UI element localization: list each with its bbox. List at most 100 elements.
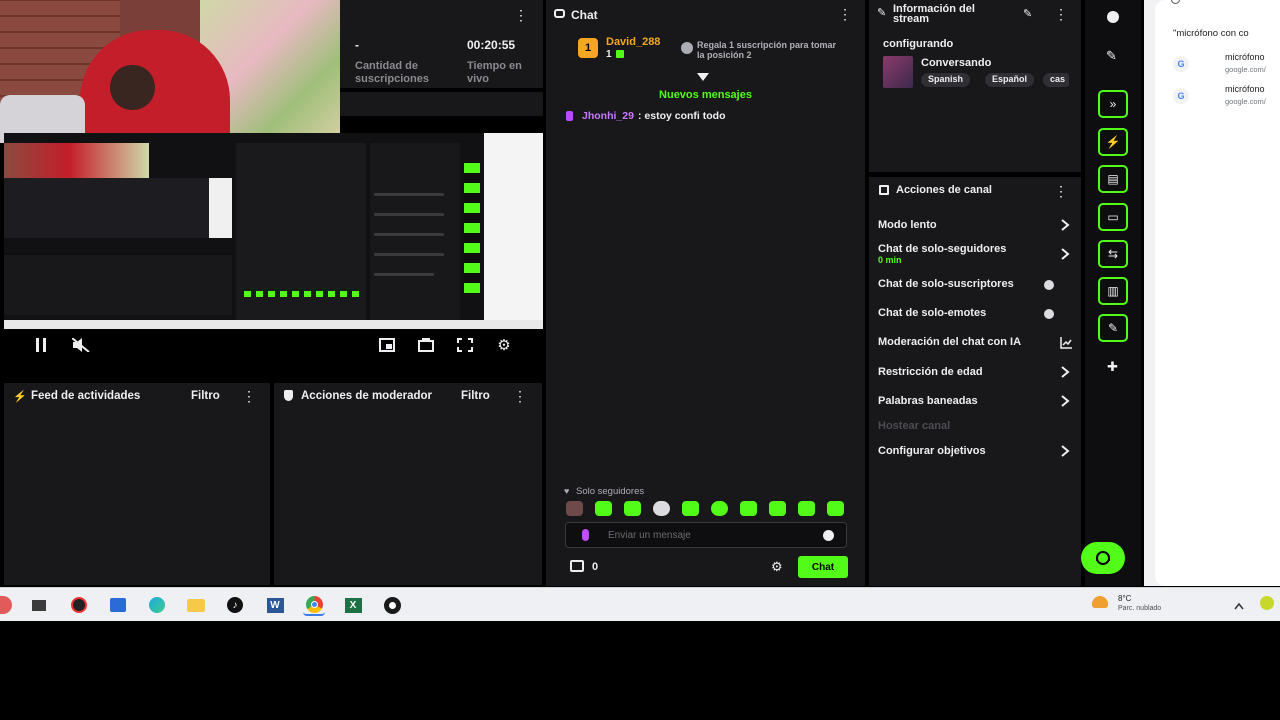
start-icon[interactable] — [0, 596, 12, 614]
file-manager-icon[interactable] — [28, 594, 50, 616]
emote-item[interactable] — [711, 501, 728, 516]
fullscreen-icon[interactable] — [457, 338, 473, 352]
tiktok-icon[interactable]: ♪ — [224, 594, 246, 616]
pinned-gifter[interactable]: 1 David_288 1 Regala 1 suscripción para … — [578, 36, 848, 66]
channel-actions-more-icon[interactable]: ⋮ — [1054, 184, 1068, 198]
tray-app-icon[interactable] — [1260, 596, 1274, 610]
webcam-preview — [0, 0, 340, 143]
emote-item[interactable] — [827, 501, 844, 516]
store-icon[interactable] — [107, 594, 129, 616]
stats-subpanel — [340, 92, 543, 116]
activity-more-icon[interactable]: ⋮ — [242, 389, 256, 403]
tool-button-doc[interactable]: ▤ — [1098, 165, 1128, 193]
tool-button-bolt[interactable]: ⚡ — [1098, 128, 1128, 156]
more-icon[interactable]: ⋮ — [514, 8, 528, 22]
preview-taskbar — [4, 320, 543, 329]
chevron-right-icon — [1060, 365, 1070, 384]
emote-item[interactable] — [566, 501, 583, 516]
result-url: google.com/ — [1225, 65, 1266, 74]
search-result[interactable]: G micrófono google.com/ — [1173, 84, 1280, 112]
action-ai-moderation[interactable]: Moderación del chat con IA — [878, 335, 1073, 351]
tool-button-layout[interactable]: ▥ — [1098, 277, 1128, 305]
action-subscribers-only[interactable]: Chat de solo-suscriptores — [878, 277, 1073, 293]
mod-more-icon[interactable]: ⋮ — [513, 389, 527, 403]
emote-item[interactable] — [769, 501, 786, 516]
followers-only-label: Solo seguidores — [576, 486, 645, 497]
taskbar: ♪ W X 8°C Parc. nublado — [0, 587, 1280, 621]
chat-settings-icon[interactable]: ⚙ — [771, 559, 783, 575]
search-icon[interactable] — [1171, 0, 1180, 4]
chevron-up-icon[interactable] — [1234, 597, 1244, 615]
pip-icon[interactable] — [379, 338, 395, 352]
right-sidebar: ✎ » ⚡ ▤ ▭ ⇆ ▥ ✎ ✚ — [1081, 0, 1141, 586]
emote-item[interactable] — [653, 501, 670, 516]
edit-icon[interactable]: ✎ — [1023, 7, 1032, 20]
tool-button-wrench[interactable]: ✎ — [1098, 314, 1128, 342]
tag-chip[interactable]: Spanish — [921, 73, 971, 87]
action-banned-words[interactable]: Palabras baneadas — [878, 393, 1073, 411]
settings-icon[interactable]: ⚙ — [496, 337, 512, 354]
folder-icon[interactable] — [185, 594, 207, 616]
mic-icon[interactable] — [582, 529, 589, 541]
chat-more-icon[interactable]: ⋮ — [838, 7, 852, 21]
emote-item[interactable] — [595, 501, 612, 516]
action-slow-mode[interactable]: Modo lento — [878, 217, 1073, 235]
stats-panel: ⋮ - Cantidad de suscripciones 00:20:55 T… — [340, 0, 543, 88]
action-label: Modo lento — [878, 219, 937, 231]
chrome-icon[interactable] — [303, 594, 325, 616]
tag-chip[interactable]: Español — [985, 73, 1035, 87]
browser-side-panel: "micrófono con co G micrófono google.com… — [1144, 0, 1280, 586]
stream-info-more-icon[interactable]: ⋮ — [1054, 7, 1068, 21]
tool-button-message[interactable]: ▭ — [1098, 203, 1128, 231]
emote-item[interactable] — [624, 501, 641, 516]
preview-white-area — [484, 133, 543, 323]
gifter-username[interactable]: David_288 — [606, 36, 660, 48]
add-panel-icon[interactable]: ✚ — [1107, 359, 1118, 375]
emoji-icon[interactable] — [823, 530, 834, 541]
mod-filter-button[interactable]: Filtro — [461, 390, 490, 402]
coin-count: 0 — [592, 561, 599, 573]
google-icon: G — [1173, 56, 1189, 72]
search-result[interactable]: G micrófono google.com/ — [1173, 52, 1280, 80]
pause-icon[interactable] — [34, 338, 48, 352]
preview-mini-screen — [4, 178, 232, 238]
tag-chip[interactable]: cas — [1043, 73, 1069, 87]
activity-feed-panel: ⚡ Feed de actividades Filtro ⋮ — [4, 383, 270, 585]
bolt-icon: ⚡ — [13, 391, 27, 403]
emote-item[interactable] — [682, 501, 699, 516]
chat-panel: Chat ⋮ 1 David_288 1 Regala 1 suscripció… — [546, 0, 865, 586]
action-age-restriction[interactable]: Restricción de edad — [878, 364, 1073, 382]
activity-filter-button[interactable]: Filtro — [191, 390, 220, 402]
wallet-icon[interactable] — [570, 560, 584, 572]
chat-input[interactable]: Enviar un mensaje — [565, 522, 847, 548]
panel-icon — [879, 185, 889, 195]
search-query[interactable]: "micrófono con co — [1173, 28, 1249, 39]
action-set-goals[interactable]: Configurar objetivos — [878, 443, 1073, 461]
theater-icon[interactable] — [418, 338, 434, 352]
tool-button-split[interactable]: ⇆ — [1098, 240, 1128, 268]
obs-icon[interactable] — [68, 594, 90, 616]
pencil-icon[interactable]: ✎ — [1106, 48, 1117, 64]
subs-label: Cantidad de suscripciones — [355, 60, 429, 85]
chevron-down-icon[interactable] — [697, 70, 709, 81]
chat-input-placeholder: Enviar un mensaje — [608, 530, 691, 541]
excel-icon[interactable]: X — [342, 594, 364, 616]
weather-icon[interactable] — [1092, 596, 1108, 608]
stream-category[interactable]: Conversando — [921, 57, 991, 69]
word-icon[interactable]: W — [264, 594, 286, 616]
action-followers-only[interactable]: Chat de solo-seguidores 0 min — [878, 243, 1073, 267]
emote-item[interactable] — [798, 501, 815, 516]
tool-button-chat[interactable]: » — [1098, 90, 1128, 118]
edge-icon[interactable] — [146, 594, 168, 616]
emote-item[interactable] — [740, 501, 757, 516]
info-circle-icon[interactable] — [1107, 11, 1119, 23]
preview-mini-white — [209, 178, 232, 238]
send-chat-button[interactable]: Chat — [798, 556, 848, 578]
gifter-sub-count: 1 — [606, 49, 612, 60]
obs-studio-icon[interactable] — [381, 594, 403, 616]
action-emotes-only[interactable]: Chat de solo-emotes — [878, 306, 1073, 322]
message-username[interactable]: Jhonhi_29 — [582, 110, 634, 122]
help-chat-icon[interactable] — [1081, 542, 1125, 574]
action-sublabel: 0 min — [878, 255, 902, 265]
mute-icon[interactable] — [72, 338, 90, 352]
